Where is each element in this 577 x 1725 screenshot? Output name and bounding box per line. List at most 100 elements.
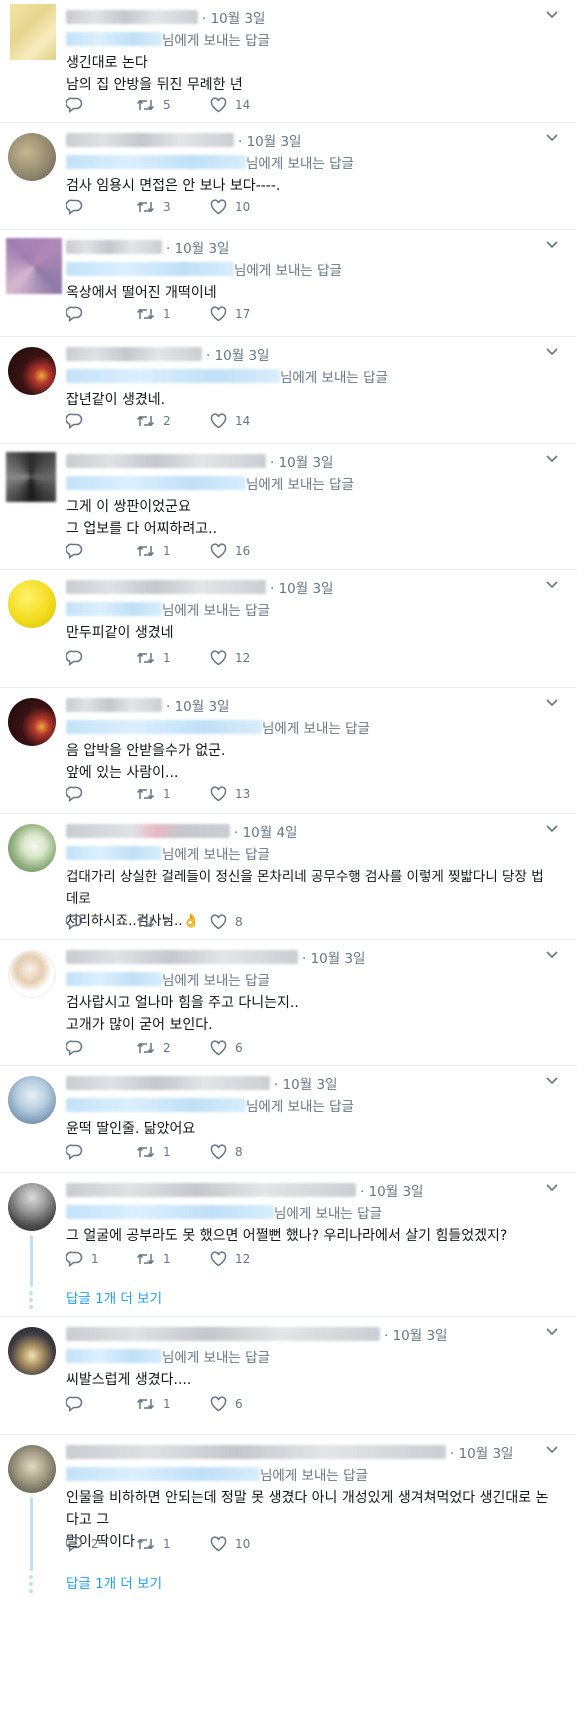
reply-tweet[interactable]: · 10월 3일 님에게 보내는 답글 잡년같이 생겼네. 2 14 xyxy=(0,337,577,444)
tweet-date[interactable]: · 10월 3일 xyxy=(270,577,333,597)
chevron-down-icon[interactable] xyxy=(545,950,559,960)
retweet-button[interactable]: 3 xyxy=(136,199,210,215)
reply-to-handle[interactable] xyxy=(66,369,280,383)
user-name[interactable] xyxy=(66,1076,270,1090)
tweet-date[interactable]: · 10월 4일 xyxy=(234,821,297,841)
chevron-down-icon[interactable] xyxy=(545,580,559,590)
avatar[interactable] xyxy=(8,1327,56,1375)
tweet-date[interactable]: · 10월 3일 xyxy=(202,7,265,27)
reply-tweet[interactable]: · 10월 3일 님에게 보내는 답글 윤떡 딸인줄. 닮았어요 1 8 xyxy=(0,1066,577,1173)
reply-button[interactable] xyxy=(66,786,136,802)
like-button[interactable]: 13 xyxy=(210,786,250,802)
tweet-date[interactable]: · 10월 3일 xyxy=(302,947,365,967)
reply-button[interactable] xyxy=(66,543,136,559)
reply-tweet[interactable]: · 10월 3일 님에게 보내는 답글 옥상에서 떨어진 개떡이네 1 17 xyxy=(0,230,577,337)
reply-button[interactable] xyxy=(66,199,136,215)
retweet-button[interactable]: 1 xyxy=(136,1144,210,1160)
reply-to-handle[interactable] xyxy=(66,32,162,46)
avatar[interactable] xyxy=(8,1183,56,1231)
tweet-date[interactable]: · 10월 3일 xyxy=(238,130,301,150)
reply-button[interactable] xyxy=(66,413,136,429)
reply-tweet[interactable]: · 10월 3일 님에게 보내는 답글 검사 임용시 면접은 안 보나 보다--… xyxy=(0,123,577,230)
avatar[interactable] xyxy=(8,698,56,746)
retweet-button[interactable]: 2 xyxy=(136,413,210,429)
like-button[interactable]: 10 xyxy=(210,1536,250,1552)
retweet-button[interactable]: 1 xyxy=(136,1536,210,1552)
reply-tweet[interactable]: · 10월 3일 님에게 보내는 답글 그 얼굴에 공부라도 못 했으면 어쩔뻔… xyxy=(0,1173,577,1317)
reply-to-handle[interactable] xyxy=(66,262,234,276)
show-more-replies-link[interactable]: 답글 1개 더 보기 xyxy=(66,1287,162,1307)
user-name[interactable] xyxy=(66,1445,446,1459)
user-name[interactable] xyxy=(66,698,162,712)
chevron-down-icon[interactable] xyxy=(545,1183,559,1193)
reply-button[interactable] xyxy=(66,97,136,113)
tweet-date[interactable]: · 10월 3일 xyxy=(166,237,229,257)
user-name[interactable] xyxy=(66,824,230,838)
like-button[interactable]: 8 xyxy=(210,914,245,930)
like-button[interactable]: 6 xyxy=(210,1396,245,1412)
like-button[interactable]: 8 xyxy=(210,1144,245,1160)
chevron-down-icon[interactable] xyxy=(545,1445,559,1455)
user-name[interactable] xyxy=(66,133,234,147)
chevron-down-icon[interactable] xyxy=(545,1327,559,1337)
reply-button[interactable] xyxy=(66,1144,136,1160)
reply-to-handle[interactable] xyxy=(66,1349,162,1363)
chevron-down-icon[interactable] xyxy=(545,824,559,834)
retweet-button[interactable]: 1 xyxy=(136,543,210,559)
avatar[interactable] xyxy=(10,4,56,60)
reply-tweet[interactable]: · 10월 3일 님에게 보내는 답글 생긴대로 논다 남의 집 안방을 뒤진 … xyxy=(0,0,577,123)
reply-to-handle[interactable] xyxy=(66,1205,274,1219)
reply-to-handle[interactable] xyxy=(66,155,246,169)
retweet-button[interactable]: 1 xyxy=(136,786,210,802)
like-button[interactable]: 10 xyxy=(210,199,250,215)
reply-to-handle[interactable] xyxy=(66,720,262,734)
chevron-down-icon[interactable] xyxy=(545,347,559,357)
like-button[interactable]: 12 xyxy=(210,1251,250,1267)
reply-button[interactable] xyxy=(66,1396,136,1412)
avatar[interactable] xyxy=(8,1076,56,1124)
avatar[interactable] xyxy=(8,347,56,395)
tweet-date[interactable]: · 10월 3일 xyxy=(384,1324,447,1344)
reply-to-handle[interactable] xyxy=(66,846,162,860)
reply-tweet[interactable]: · 10월 3일 님에게 보내는 답글 씨발스럽게 생겼다.... 1 6 xyxy=(0,1317,577,1435)
reply-button[interactable]: 1 xyxy=(66,1251,136,1267)
user-name[interactable] xyxy=(66,347,202,361)
reply-tweet[interactable]: · 10월 3일 님에게 보내는 답글 인물을 비하하면 안되는데 정말 못 생… xyxy=(0,1435,577,1600)
user-name[interactable] xyxy=(66,240,162,254)
retweet-button[interactable]: 1 xyxy=(136,1251,210,1267)
reply-tweet[interactable]: · 10월 3일 님에게 보내는 답글 만두피같이 생겼네 1 12 xyxy=(0,570,577,688)
avatar[interactable] xyxy=(8,580,56,628)
avatar[interactable] xyxy=(8,824,56,872)
retweet-button[interactable]: 1 xyxy=(136,306,210,322)
show-more-replies-link[interactable]: 답글 1개 더 보기 xyxy=(66,1572,162,1592)
like-button[interactable]: 14 xyxy=(210,97,250,113)
chevron-down-icon[interactable] xyxy=(545,1076,559,1086)
user-name[interactable] xyxy=(66,10,198,24)
tweet-date[interactable]: · 10월 3일 xyxy=(360,1180,423,1200)
like-button[interactable]: 16 xyxy=(210,543,250,559)
tweet-date[interactable]: · 10월 3일 xyxy=(270,451,333,471)
user-name[interactable] xyxy=(66,454,266,468)
tweet-date[interactable]: · 10월 3일 xyxy=(206,344,269,364)
reply-button[interactable] xyxy=(66,650,136,666)
reply-to-handle[interactable] xyxy=(66,1467,260,1481)
tweet-date[interactable]: · 10월 3일 xyxy=(166,695,229,715)
reply-button[interactable] xyxy=(66,306,136,322)
retweet-button[interactable]: 1 xyxy=(136,1396,210,1412)
avatar[interactable] xyxy=(6,452,56,502)
reply-tweet[interactable]: · 10월 3일 님에게 보내는 답글 음 압박을 안받을수가 없군. 앞에 있… xyxy=(0,688,577,814)
reply-to-handle[interactable] xyxy=(66,972,162,986)
reply-button[interactable] xyxy=(66,1040,136,1056)
avatar[interactable] xyxy=(6,238,62,294)
user-name[interactable] xyxy=(66,950,298,964)
avatar[interactable] xyxy=(8,950,56,998)
chevron-down-icon[interactable] xyxy=(545,133,559,143)
retweet-button[interactable]: 1 xyxy=(136,650,210,666)
retweet-button[interactable]: 2 xyxy=(136,914,210,930)
reply-to-handle[interactable] xyxy=(66,1098,246,1112)
retweet-button[interactable]: 2 xyxy=(136,1040,210,1056)
chevron-down-icon[interactable] xyxy=(545,10,559,20)
like-button[interactable]: 12 xyxy=(210,650,250,666)
tweet-date[interactable]: · 10월 3일 xyxy=(274,1073,337,1093)
tweet-date[interactable]: · 10월 3일 xyxy=(450,1442,513,1462)
